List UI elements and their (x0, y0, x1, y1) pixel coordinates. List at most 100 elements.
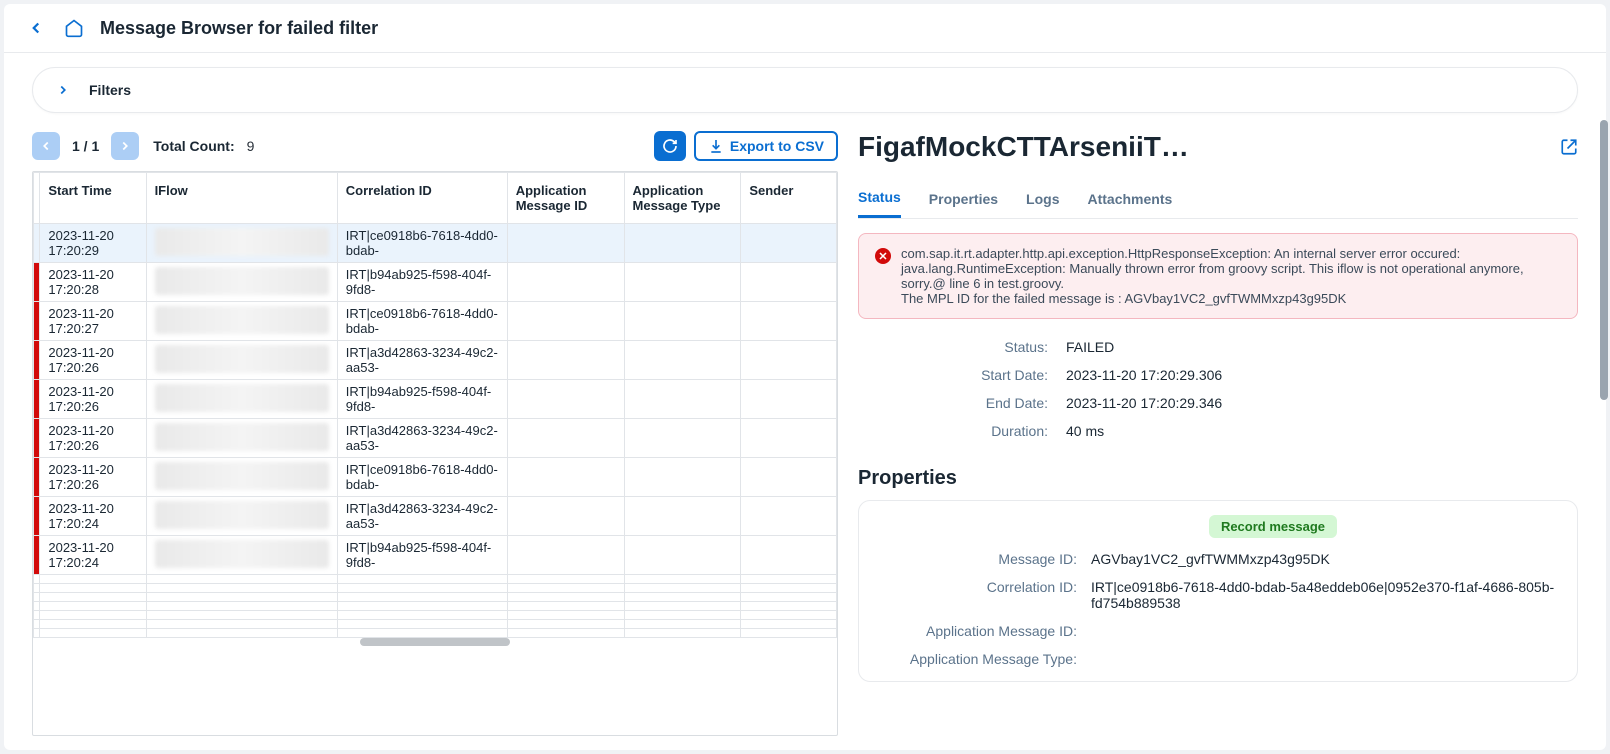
cell-empty (507, 341, 624, 380)
table-row[interactable]: 2023-11-20 17:20:26IRT|a3d42863-3234-49c… (34, 341, 837, 380)
cell-empty (507, 629, 624, 638)
cell-iflow (146, 620, 337, 629)
table-row[interactable]: 2023-11-20 17:20:24 IRT|a3d42863-3234-49c… (34, 497, 837, 536)
status-value: FAILED (1066, 339, 1568, 355)
cell-start-time: 2023-11-20 17:20:24 (40, 497, 146, 536)
end-date-label: End Date: (868, 395, 1048, 411)
chevron-right-icon (51, 78, 75, 102)
vertical-scrollbar[interactable] (1600, 120, 1608, 400)
filters-bar[interactable]: Filters (32, 67, 1578, 113)
cell-correlation-id: IRT|b94ab925-f598-404f-9fd8- (337, 263, 507, 302)
correlation-id-label: Correlation ID: (877, 579, 1077, 611)
col-sender[interactable]: Sender (741, 173, 837, 224)
cell-empty (624, 575, 741, 584)
cell-iflow (146, 224, 337, 263)
cell-empty (741, 224, 837, 263)
cell-correlation-id: IRT|a3d42863-3234-49c2-aa53- (337, 497, 507, 536)
back-button[interactable] (24, 16, 48, 40)
home-button[interactable] (62, 16, 86, 40)
col-correlation-id[interactable]: Correlation ID (337, 173, 507, 224)
cell-empty (741, 380, 837, 419)
cell-correlation-id: IRT|ce0918b6-7618-4dd0-bdab- (337, 224, 507, 263)
table-row[interactable] (34, 611, 837, 620)
cell-empty (507, 497, 624, 536)
cell-empty (624, 629, 741, 638)
table-row[interactable] (34, 584, 837, 593)
cell-iflow (146, 611, 337, 620)
cell-start-time (40, 611, 146, 620)
cell-correlation-id (337, 575, 507, 584)
col-app-msg-type[interactable]: Application Message Type (624, 173, 741, 224)
table-row[interactable] (34, 575, 837, 584)
cell-iflow (146, 629, 337, 638)
cell-empty (507, 620, 624, 629)
horizontal-scrollbar[interactable] (360, 638, 510, 646)
pager-indicator: 1 / 1 (68, 138, 103, 154)
table-row[interactable] (34, 629, 837, 638)
cell-empty (507, 263, 624, 302)
col-app-msg-id[interactable]: Application Message ID (507, 173, 624, 224)
total-count-value: 9 (247, 138, 255, 154)
cell-correlation-id: IRT|b94ab925-f598-404f-9fd8- (337, 536, 507, 575)
refresh-button[interactable] (654, 131, 686, 161)
open-external-button[interactable] (1560, 138, 1578, 156)
tab-properties[interactable]: Properties (929, 179, 998, 218)
duration-label: Duration: (868, 423, 1048, 439)
cell-start-time: 2023-11-20 17:20:29 (40, 224, 146, 263)
messages-table[interactable]: Start Time IFlow Correlation ID Applicat… (32, 171, 838, 736)
export-csv-button[interactable]: Export to CSV (694, 131, 838, 161)
table-row[interactable]: 2023-11-20 17:20:26IRT|ce0918b6-7618-4dd… (34, 458, 837, 497)
col-iflow[interactable]: IFlow (146, 173, 337, 224)
cell-correlation-id: IRT|ce0918b6-7618-4dd0-bdab- (337, 458, 507, 497)
detail-pane: FigafMockCTTArseniiT… Status Properties … (858, 125, 1578, 736)
export-csv-label: Export to CSV (730, 138, 824, 154)
table-row[interactable]: 2023-11-20 17:20:29 IRT|ce0918b6-7618-4dd… (34, 224, 837, 263)
table-row[interactable]: 2023-11-20 17:20:26IRT|b94ab925-f598-404… (34, 380, 837, 419)
cell-iflow (146, 584, 337, 593)
cell-empty (507, 602, 624, 611)
duration-value: 40 ms (1066, 423, 1568, 439)
cell-empty (741, 602, 837, 611)
cell-start-time: 2023-11-20 17:20:28 (40, 263, 146, 302)
cell-empty (741, 629, 837, 638)
pager-prev-button[interactable] (32, 132, 60, 160)
table-row[interactable] (34, 620, 837, 629)
page-title: Message Browser for failed filter (100, 18, 378, 39)
tab-logs[interactable]: Logs (1026, 179, 1059, 218)
cell-empty (624, 341, 741, 380)
cell-iflow (146, 263, 337, 302)
filters-label: Filters (89, 82, 131, 98)
table-row[interactable] (34, 602, 837, 611)
total-count-label: Total Count: (153, 138, 234, 154)
cell-iflow (146, 380, 337, 419)
cell-correlation-id: IRT|b94ab925-f598-404f-9fd8- (337, 380, 507, 419)
tab-status[interactable]: Status (858, 179, 901, 218)
detail-tabs: Status Properties Logs Attachments (858, 179, 1578, 219)
col-start-time[interactable]: Start Time (40, 173, 146, 224)
cell-iflow (146, 536, 337, 575)
table-row[interactable]: 2023-11-20 17:20:24IRT|b94ab925-f598-404… (34, 536, 837, 575)
cell-start-time (40, 620, 146, 629)
error-text: com.sap.it.rt.adapter.http.api.exception… (901, 246, 1561, 306)
cell-empty (741, 575, 837, 584)
cell-empty (624, 497, 741, 536)
cell-empty (624, 458, 741, 497)
record-message-button[interactable]: Record message (1209, 515, 1337, 538)
start-date-label: Start Date: (868, 367, 1048, 383)
chevron-right-icon (118, 139, 132, 153)
table-row[interactable]: 2023-11-20 17:20:28 IRT|b94ab925-f598-404… (34, 263, 837, 302)
app-msg-id-label: Application Message ID: (877, 623, 1077, 639)
table-row[interactable] (34, 593, 837, 602)
tab-attachments[interactable]: Attachments (1088, 179, 1173, 218)
cell-empty (624, 584, 741, 593)
cell-start-time: 2023-11-20 17:20:27 (40, 302, 146, 341)
cell-empty (507, 593, 624, 602)
table-row[interactable]: 2023-11-20 17:20:26IRT|a3d42863-3234-49c… (34, 419, 837, 458)
cell-iflow (146, 575, 337, 584)
pager-next-button[interactable] (111, 132, 139, 160)
cell-start-time: 2023-11-20 17:20:26 (40, 341, 146, 380)
cell-start-time (40, 584, 146, 593)
table-row[interactable]: 2023-11-20 17:20:27IRT|ce0918b6-7618-4dd… (34, 302, 837, 341)
refresh-icon (662, 138, 678, 154)
cell-correlation-id (337, 620, 507, 629)
